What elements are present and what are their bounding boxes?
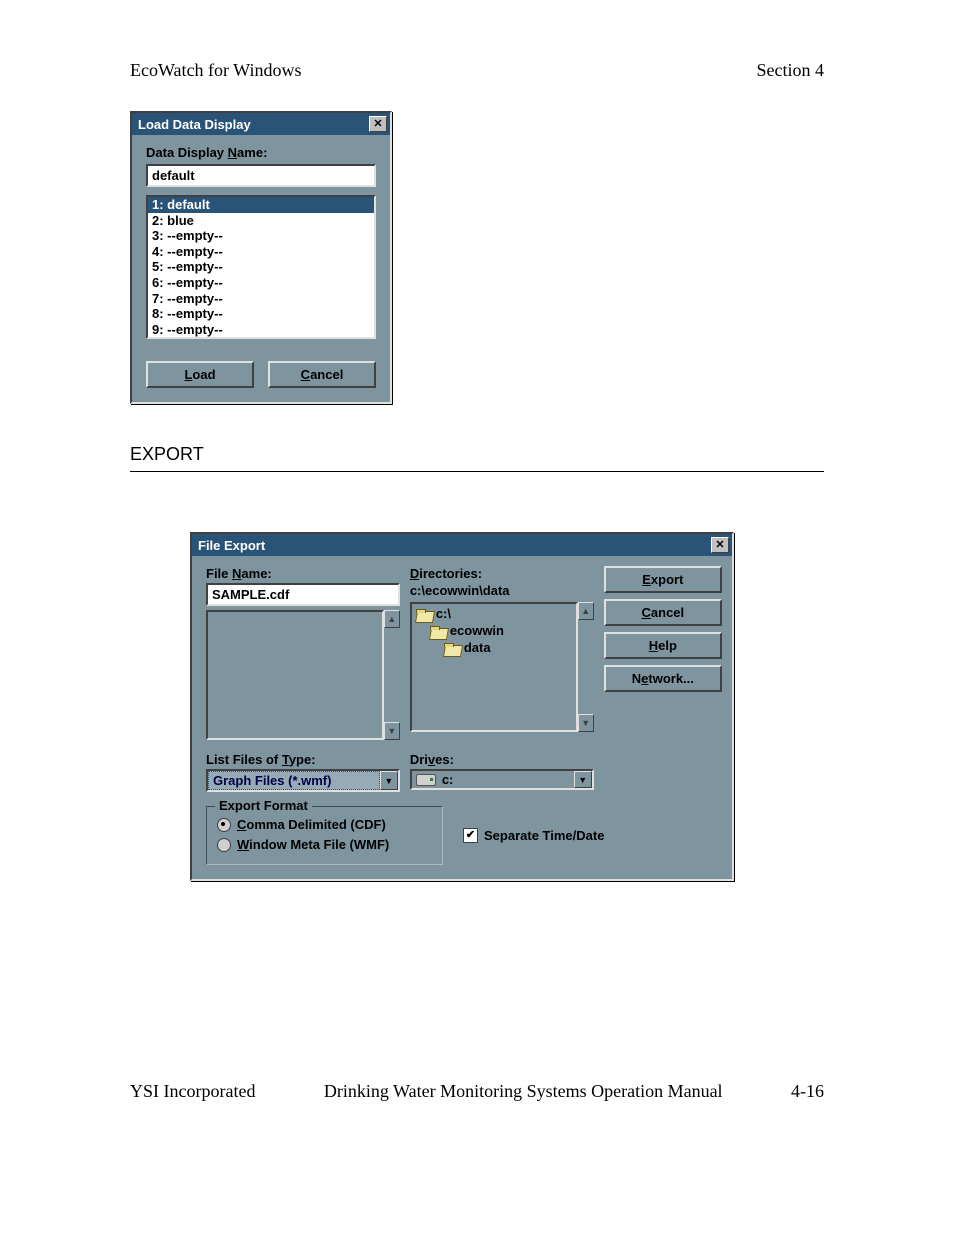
header-left: EcoWatch for Windows — [130, 60, 301, 81]
scrollbar[interactable]: ▲ ▼ — [578, 602, 594, 732]
list-item[interactable]: 7: --empty-- — [148, 291, 374, 307]
drives-label: Drives: — [410, 752, 594, 767]
heading-underline — [130, 471, 824, 472]
network-button[interactable]: Network... — [604, 665, 722, 692]
dialog-title: File Export — [198, 538, 265, 553]
footer-mid: Drinking Water Monitoring Systems Operat… — [324, 1081, 723, 1102]
radio-cdf[interactable]: Comma Delimited (CDF) — [217, 815, 432, 835]
scroll-down-icon[interactable]: ▼ — [578, 714, 594, 732]
scrollbar[interactable]: ▲ ▼ — [384, 610, 400, 740]
directories-label: Directories: — [410, 566, 594, 581]
cancel-button[interactable]: Cancel — [604, 599, 722, 626]
folder-open-icon — [416, 609, 432, 621]
page-header: EcoWatch for Windows Section 4 — [130, 60, 824, 81]
export-heading: EXPORT — [130, 444, 824, 465]
export-button[interactable]: Export — [604, 566, 722, 593]
file-list[interactable]: ▲ ▼ — [206, 610, 400, 740]
footer-right: 4-16 — [791, 1081, 824, 1102]
group-legend: Export Format — [215, 798, 312, 813]
cancel-button[interactable]: Cancel — [268, 361, 376, 388]
drives-combo[interactable]: c: ▼ — [410, 769, 594, 790]
display-listbox[interactable]: 1: default2: blue3: --empty--4: --empty-… — [146, 195, 376, 339]
dialog-titlebar: Load Data Display ✕ — [132, 113, 390, 135]
close-icon[interactable]: ✕ — [369, 116, 387, 132]
list-item[interactable]: 5: --empty-- — [148, 259, 374, 275]
separate-time-date-checkbox[interactable]: ✔ Separate Time/Date — [463, 806, 604, 865]
list-item[interactable]: 9: --empty-- — [148, 322, 374, 338]
drive-icon — [416, 774, 436, 786]
name-label: Data Display Name: — [146, 145, 376, 160]
radio-icon — [217, 838, 231, 852]
folder-open-icon — [444, 643, 460, 655]
scroll-up-icon[interactable]: ▲ — [578, 602, 594, 620]
filetype-label: List Files of Type: — [206, 752, 400, 767]
export-format-group: Export Format Comma Delimited (CDF) Wind… — [206, 806, 443, 865]
directory-path: c:\ecowwin\data — [410, 583, 594, 598]
scroll-down-icon[interactable]: ▼ — [384, 722, 400, 740]
list-item[interactable]: 4: --empty-- — [148, 244, 374, 260]
file-export-dialog: File Export ✕ File Name: SAMPLE.cdf ▲ ▼ — [190, 532, 734, 881]
filetype-combo[interactable]: Graph Files (*.wmf) ▼ — [206, 769, 400, 792]
tree-root[interactable]: c:\ — [416, 606, 572, 623]
directory-tree[interactable]: c:\ ecowwin data ▲ ▼ — [410, 602, 594, 732]
tree-item[interactable]: ecowwin — [416, 623, 572, 640]
load-button[interactable]: Load — [146, 361, 254, 388]
list-item[interactable]: 3: --empty-- — [148, 228, 374, 244]
filename-input[interactable]: SAMPLE.cdf — [206, 583, 400, 606]
list-item[interactable]: 2: blue — [148, 213, 374, 229]
footer-left: YSI Incorporated — [130, 1081, 255, 1102]
filename-label: File Name: — [206, 566, 400, 581]
scroll-up-icon[interactable]: ▲ — [384, 610, 400, 628]
list-item[interactable]: 1: default — [148, 197, 374, 213]
list-item[interactable]: 8: --empty-- — [148, 306, 374, 322]
dialog-titlebar: File Export ✕ — [192, 534, 732, 556]
checkbox-icon: ✔ — [463, 828, 478, 843]
help-button[interactable]: Help — [604, 632, 722, 659]
folder-open-icon — [430, 626, 446, 638]
close-icon[interactable]: ✕ — [711, 537, 729, 553]
name-input[interactable]: default — [146, 164, 376, 187]
radio-icon — [217, 818, 231, 832]
radio-wmf[interactable]: Window Meta File (WMF) — [217, 835, 432, 855]
header-right: Section 4 — [757, 60, 825, 81]
dialog-title: Load Data Display — [138, 117, 251, 132]
load-data-display-dialog: Load Data Display ✕ Data Display Name: d… — [130, 111, 392, 404]
list-item[interactable]: 6: --empty-- — [148, 275, 374, 291]
page-footer: YSI Incorporated Drinking Water Monitori… — [130, 1081, 824, 1102]
tree-item[interactable]: data — [416, 640, 572, 657]
chevron-down-icon[interactable]: ▼ — [380, 771, 398, 790]
chevron-down-icon[interactable]: ▼ — [574, 771, 592, 788]
